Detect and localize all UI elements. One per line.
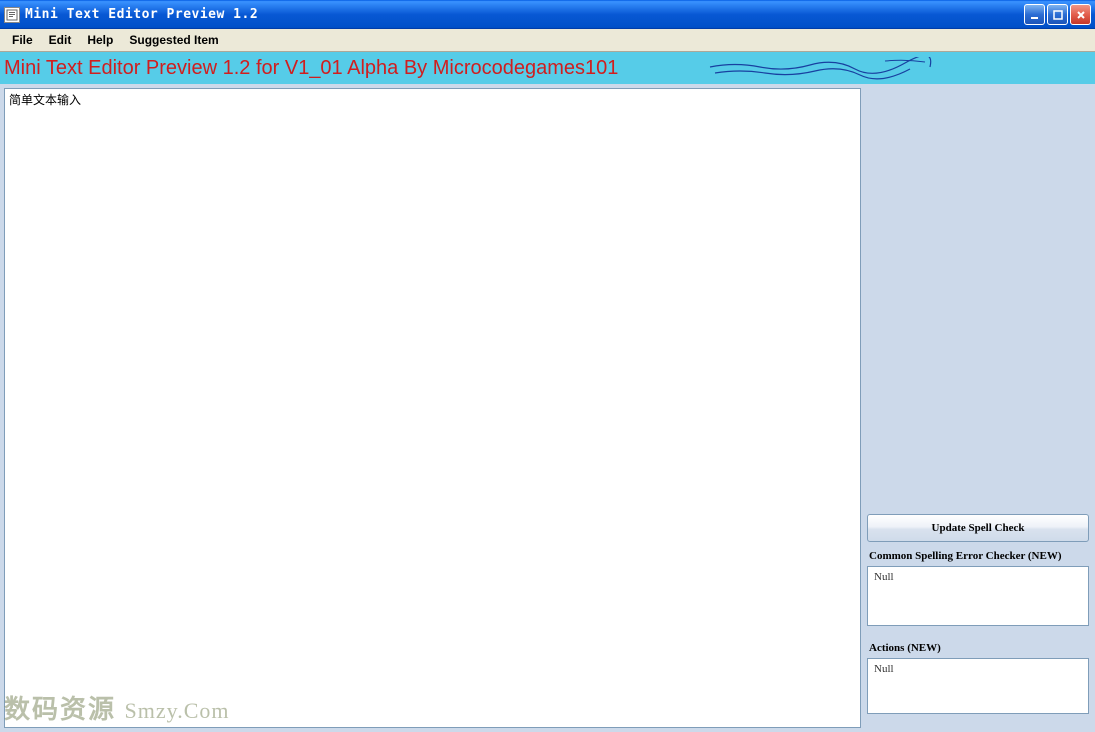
banner-text: Mini Text Editor Preview 1.2 for V1_01 A… [4,57,618,80]
menu-help[interactable]: Help [79,31,121,49]
menu-file[interactable]: File [4,31,41,49]
banner-decoration [705,57,935,81]
actions-output: Null [867,658,1089,714]
maximize-button[interactable] [1047,4,1068,25]
window-title: Mini Text Editor Preview 1.2 [25,7,1024,22]
titlebar: Mini Text Editor Preview 1.2 [0,0,1095,29]
menu-edit[interactable]: Edit [41,31,80,49]
menu-suggested-item[interactable]: Suggested Item [121,31,226,49]
side-panel: Update Spell Check Common Spelling Error… [865,84,1095,732]
app-icon [4,7,20,23]
update-spell-check-button[interactable]: Update Spell Check [867,514,1089,542]
banner: Mini Text Editor Preview 1.2 for V1_01 A… [0,52,1095,84]
menubar: File Edit Help Suggested Item [0,29,1095,52]
spell-checker-output: Null [867,566,1089,626]
close-button[interactable] [1070,4,1091,25]
side-spacer [867,88,1089,514]
content-area: 数码资源 Smzy.Com Update Spell Check Common … [0,84,1095,732]
window-controls [1024,4,1091,25]
actions-label: Actions (NEW) [867,640,1089,658]
minimize-button[interactable] [1024,4,1045,25]
editor-pane: 数码资源 Smzy.Com [0,84,865,732]
spell-checker-label: Common Spelling Error Checker (NEW) [867,548,1089,566]
text-editor[interactable] [4,88,861,728]
